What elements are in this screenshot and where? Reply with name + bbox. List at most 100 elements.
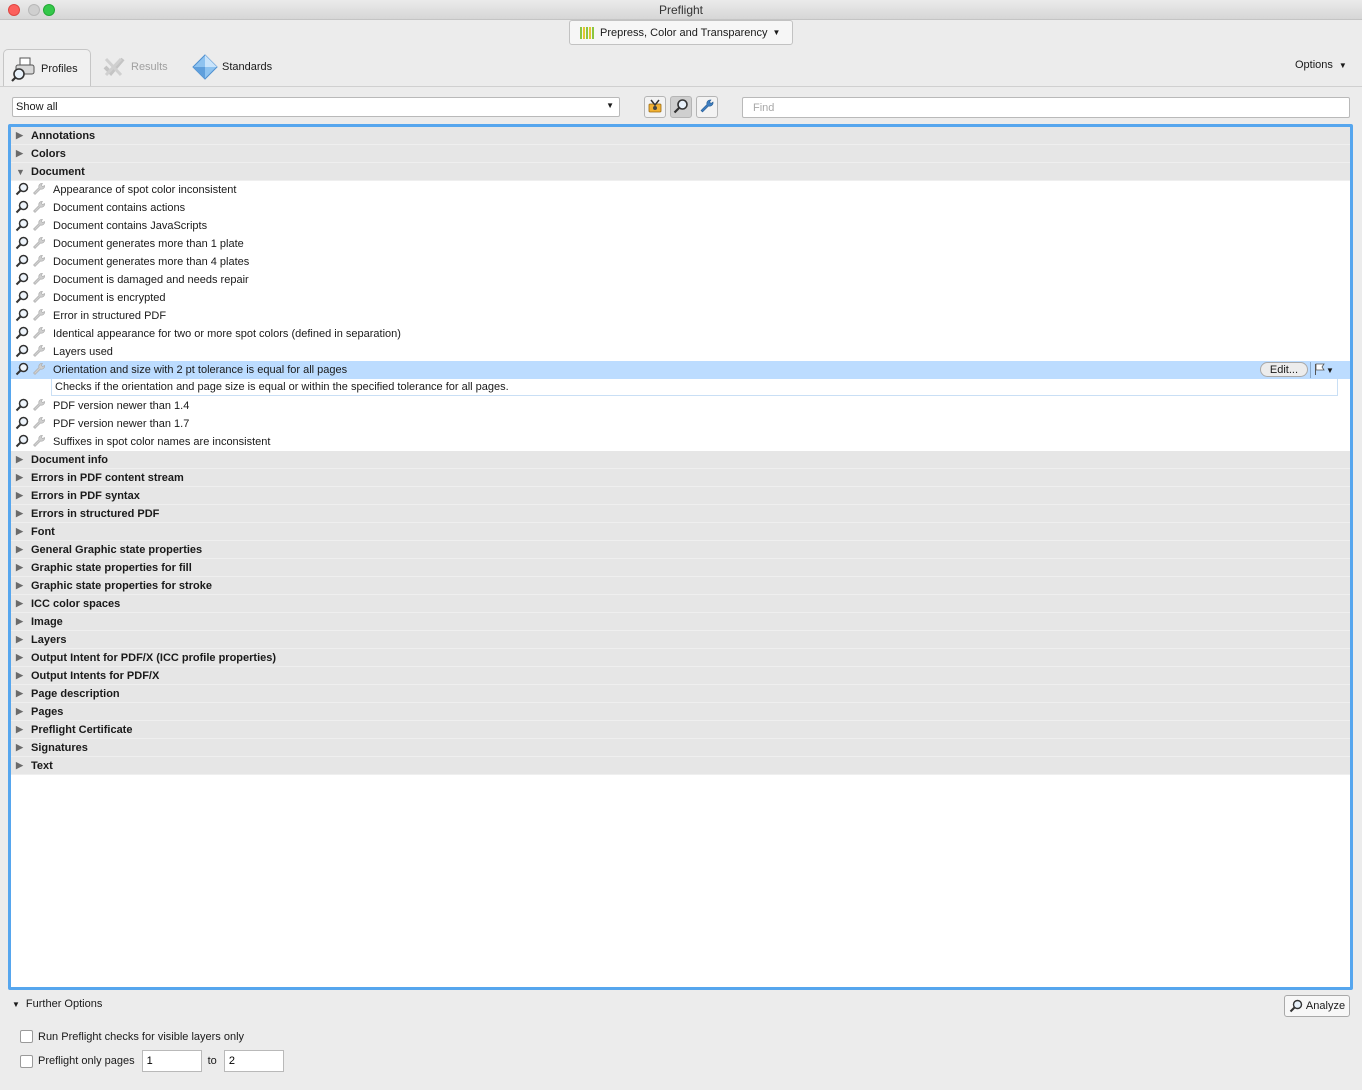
- check-row[interactable]: Document contains actions: [11, 199, 1350, 217]
- page-to-input[interactable]: [223, 1050, 284, 1072]
- show-fixups-button[interactable]: [644, 96, 666, 118]
- category-label: Errors in PDF syntax: [31, 489, 140, 502]
- category-row[interactable]: ▶ Pages: [11, 703, 1350, 721]
- page-range-option: Preflight only pages to: [20, 1050, 284, 1072]
- profile-library-label: Prepress, Color and Transparency: [600, 26, 768, 39]
- check-magnifier-icon: [15, 326, 29, 343]
- page-from-input[interactable]: [141, 1050, 202, 1072]
- check-row[interactable]: Error in structured PDF: [11, 307, 1350, 325]
- category-row[interactable]: ▶ Page description: [11, 685, 1350, 703]
- further-options-label: Further Options: [25, 998, 103, 1010]
- check-row[interactable]: Document is encrypted: [11, 289, 1350, 307]
- category-row[interactable]: ▶ Document info: [11, 451, 1350, 469]
- category-row[interactable]: ▶ ICC color spaces: [11, 595, 1350, 613]
- check-row[interactable]: PDF version newer than 1.7: [11, 415, 1350, 433]
- disclosure-triangle-right-icon[interactable]: ▶: [11, 148, 31, 159]
- disclosure-triangle-right-icon[interactable]: ▶: [11, 598, 31, 609]
- tab-divider: [0, 86, 1362, 87]
- disclosure-triangle-right-icon[interactable]: ▶: [11, 508, 31, 519]
- further-options-toggle[interactable]: ▼ Further Options: [12, 998, 102, 1010]
- show-profiles-button[interactable]: [696, 96, 718, 118]
- options-menu-button[interactable]: Options ▼: [1295, 59, 1347, 71]
- show-filter-value: Show all: [16, 101, 58, 113]
- check-description: Checks if the orientation and page size …: [51, 379, 1338, 396]
- disclosure-triangle-right-icon[interactable]: ▶: [11, 544, 31, 555]
- disclosure-triangle-right-icon[interactable]: ▶: [11, 634, 31, 645]
- category-label: Image: [31, 615, 63, 628]
- profile-library-dropdown[interactable]: Prepress, Color and Transparency ▼: [569, 20, 793, 45]
- category-row[interactable]: ▶ Image: [11, 613, 1350, 631]
- fixups-icon: [647, 98, 663, 117]
- check-row[interactable]: Orientation and size with 2 pt tolerance…: [11, 361, 1350, 379]
- disclosure-triangle-down-icon[interactable]: ▼: [11, 167, 31, 177]
- check-magnifier-icon: [15, 416, 29, 433]
- profile-library-icon: [580, 26, 594, 39]
- tab-standards[interactable]: Standards: [192, 49, 282, 85]
- disclosure-triangle-right-icon[interactable]: ▶: [11, 724, 31, 735]
- disclosure-triangle-right-icon[interactable]: ▶: [11, 652, 31, 663]
- category-row[interactable]: ▶ Preflight Certificate: [11, 721, 1350, 739]
- flag-dropdown[interactable]: ▼: [1310, 362, 1334, 378]
- check-magnifier-icon: [15, 254, 29, 271]
- category-row[interactable]: ▶ Font: [11, 523, 1350, 541]
- category-row[interactable]: ▶ Text: [11, 757, 1350, 775]
- disclosure-triangle-right-icon[interactable]: ▶: [11, 526, 31, 537]
- disclosure-triangle-right-icon[interactable]: ▶: [11, 706, 31, 717]
- show-checks-button[interactable]: [670, 96, 692, 118]
- disclosure-triangle-right-icon[interactable]: ▶: [11, 760, 31, 771]
- check-row[interactable]: PDF version newer than 1.4: [11, 397, 1350, 415]
- fixup-wrench-icon: [32, 398, 46, 415]
- check-magnifier-icon: [15, 308, 29, 325]
- tab-profiles[interactable]: Profiles: [3, 49, 91, 87]
- disclosure-triangle-right-icon[interactable]: ▶: [11, 670, 31, 681]
- category-row[interactable]: ▶ Colors: [11, 145, 1350, 163]
- category-row[interactable]: ▶ Graphic state properties for stroke: [11, 577, 1350, 595]
- disclosure-triangle-right-icon[interactable]: ▶: [11, 472, 31, 483]
- category-row[interactable]: ▶ Signatures: [11, 739, 1350, 757]
- check-row[interactable]: Document generates more than 1 plate: [11, 235, 1350, 253]
- category-row[interactable]: ▼ Document: [11, 163, 1350, 181]
- analyze-button[interactable]: Analyze: [1284, 995, 1350, 1017]
- show-filter-dropdown[interactable]: Show all ▼: [12, 97, 620, 117]
- category-row[interactable]: ▶ Errors in structured PDF: [11, 505, 1350, 523]
- page-range-checkbox[interactable]: [20, 1054, 33, 1068]
- check-row[interactable]: Appearance of spot color inconsistent: [11, 181, 1350, 199]
- check-icons: [11, 326, 53, 343]
- check-row[interactable]: Document contains JavaScripts: [11, 217, 1350, 235]
- find-search-input[interactable]: [742, 97, 1350, 118]
- disclosure-triangle-right-icon[interactable]: ▶: [11, 490, 31, 501]
- check-row[interactable]: Suffixes in spot color names are inconsi…: [11, 433, 1350, 451]
- disclosure-triangle-right-icon[interactable]: ▶: [11, 742, 31, 753]
- check-icons: [11, 200, 53, 217]
- check-magnifier-icon: [15, 398, 29, 415]
- edit-check-button[interactable]: Edit...: [1259, 362, 1308, 377]
- disclosure-triangle-right-icon[interactable]: ▶: [11, 580, 31, 591]
- category-row[interactable]: ▶ Errors in PDF content stream: [11, 469, 1350, 487]
- disclosure-triangle-right-icon[interactable]: ▶: [11, 616, 31, 627]
- check-icons: [11, 182, 53, 199]
- check-row[interactable]: Document is damaged and needs repair: [11, 271, 1350, 289]
- check-icons: [11, 434, 53, 451]
- category-row[interactable]: ▶ Output Intents for PDF/X: [11, 667, 1350, 685]
- fixup-wrench-icon: [32, 362, 46, 379]
- check-label: Suffixes in spot color names are inconsi…: [53, 436, 271, 448]
- disclosure-triangle-right-icon[interactable]: ▶: [11, 454, 31, 465]
- category-row[interactable]: ▶ General Graphic state properties: [11, 541, 1350, 559]
- tab-results[interactable]: Results: [101, 49, 181, 85]
- check-row[interactable]: Layers used: [11, 343, 1350, 361]
- disclosure-triangle-right-icon[interactable]: ▶: [11, 562, 31, 573]
- category-label: Graphic state properties for stroke: [31, 579, 212, 592]
- disclosure-triangle-right-icon[interactable]: ▶: [11, 130, 31, 141]
- chevron-down-icon: ▼: [772, 28, 781, 37]
- category-row[interactable]: ▶ Output Intent for PDF/X (ICC profile pr…: [11, 649, 1350, 667]
- category-row[interactable]: ▶ Annotations: [11, 127, 1350, 145]
- visible-layers-checkbox[interactable]: [20, 1030, 33, 1043]
- category-row[interactable]: ▶ Graphic state properties for fill: [11, 559, 1350, 577]
- check-row[interactable]: Identical appearance for two or more spo…: [11, 325, 1350, 343]
- checks-list[interactable]: ▶ Annotations ▶ Colors ▼ Document Appearance o…: [8, 124, 1353, 990]
- check-row[interactable]: Document generates more than 4 plates: [11, 253, 1350, 271]
- disclosure-triangle-right-icon[interactable]: ▶: [11, 688, 31, 699]
- category-row[interactable]: ▶ Errors in PDF syntax: [11, 487, 1350, 505]
- category-row[interactable]: ▶ Layers: [11, 631, 1350, 649]
- checks-icon: [673, 98, 689, 117]
